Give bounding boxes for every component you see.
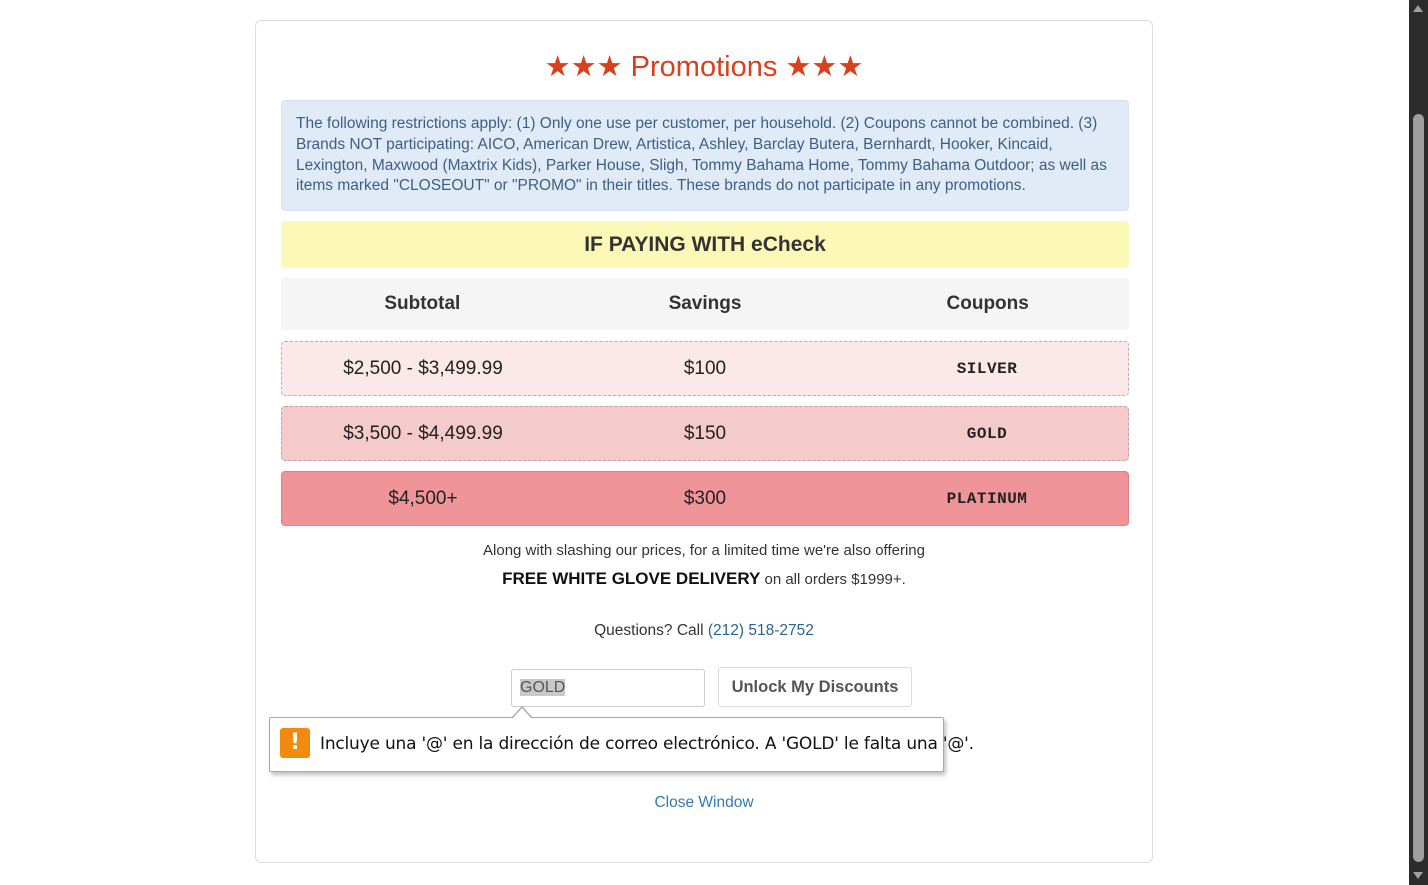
header-coupons: Coupons (946, 293, 1029, 314)
row-coupon-code: SILVER (956, 359, 1018, 378)
row-subtotal: $3,500 - $4,499.99 (343, 422, 503, 444)
row-savings: $100 (683, 357, 727, 379)
header-savings: Savings (668, 293, 742, 314)
table-row-platinum: $4,500+ $300 PLATINUM (281, 471, 1129, 526)
questions-prefix: Questions? Call (594, 622, 708, 639)
free-delivery-label: FREE WHITE GLOVE DELIVERY (502, 569, 761, 588)
scrollbar-thumb[interactable] (1413, 114, 1424, 862)
promo-text: Along with slashing our prices, for a li… (483, 542, 925, 559)
validation-tooltip: ! Incluye una '@' en la dirección de cor… (269, 717, 974, 772)
tooltip-arrow-fill (512, 708, 532, 719)
vertical-scrollbar[interactable] (1409, 0, 1428, 885)
validation-message: Incluye una '@' en la dirección de corre… (320, 734, 974, 754)
coupon-input[interactable]: GOLD (511, 669, 705, 707)
scroll-up-arrow-icon[interactable] (1413, 5, 1423, 12)
promo-delivery: FREE WHITE GLOVE DELIVERY on all orders … (256, 569, 1152, 589)
scroll-down-arrow-icon[interactable] (1413, 872, 1423, 879)
row-subtotal: $2,500 - $3,499.99 (343, 357, 503, 379)
row-savings: $150 (683, 422, 727, 444)
table-row-gold: $3,500 - $4,499.99 $150 GOLD (281, 406, 1129, 461)
header-subtotal: Subtotal (384, 293, 461, 314)
warning-icon: ! (280, 728, 310, 758)
table-row-silver: $2,500 - $3,499.99 $100 SILVER (281, 341, 1129, 396)
table-header: Subtotal Savings Coupons (281, 278, 1129, 330)
row-coupon-code: PLATINUM (946, 489, 1028, 508)
row-savings: $300 (683, 487, 727, 509)
questions-line: Questions? Call (212) 518-2752 (256, 622, 1152, 640)
row-subtotal: $4,500+ (388, 487, 458, 509)
restrictions-notice: The following restrictions apply: (1) On… (281, 100, 1129, 211)
phone-link[interactable]: (212) 518-2752 (708, 622, 814, 639)
unlock-discounts-button[interactable]: Unlock My Discounts (718, 667, 912, 707)
close-window-link[interactable]: Close Window (256, 794, 1152, 812)
row-coupon-code: GOLD (966, 424, 1008, 443)
page-title: ★★★ Promotions ★★★ (544, 51, 864, 83)
echeck-banner: IF PAYING WITH eCheck (281, 221, 1129, 268)
coupon-input-value: GOLD (520, 679, 566, 696)
promo-delivery-rest: on all orders $1999+. (760, 571, 906, 588)
